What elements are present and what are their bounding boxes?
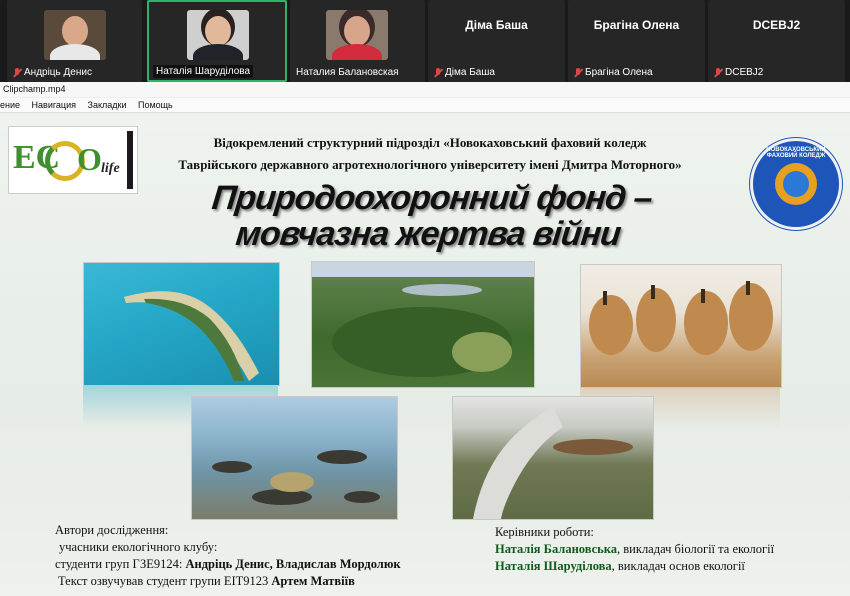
authors-line-students: студенти груп ГЗЕ9124: Андріць Денис, Вл… [55,557,401,571]
participant-tile-4[interactable]: Діма Баша Діма Баша [428,0,565,82]
menu-item-bookmarks[interactable]: Закладки [88,100,127,110]
supervisors-block: Керівники роботи: Наталія Балановська, в… [495,524,774,575]
participant-label-4: Діма Баша [434,67,495,78]
menu-item-view[interactable]: ение [0,100,20,110]
globe-icon [783,171,809,197]
microphone-muted-icon [434,67,442,78]
window-title: Clipchamp.mp4 [0,82,850,97]
participant-label-2: Наталія Шаруділова [153,65,254,78]
participant-name-6: DCEBJ2 [752,18,801,32]
microphone-muted-icon [574,67,582,78]
institution-heading: Відокремлений структурний підрозділ «Нов… [178,135,682,172]
microphone-muted-icon [13,67,21,78]
participant-tile-3[interactable]: Наталия Балановская [290,0,425,82]
participant-video-2 [187,10,249,60]
participant-name-4: Діма Баша [465,18,528,32]
participant-tile-2[interactable]: Наталія Шаруділова [147,0,287,82]
media-player-window: Clipchamp.mp4 ение Навигация Закладки По… [0,82,850,596]
participant-name-5: Брагіна Олена [593,18,680,32]
menu-bar: ение Навигация Закладки Помощь [0,98,850,113]
authors-block: Автори дослідження: учасники екологічног… [55,522,401,590]
participant-label-1: Андріць Денис [13,67,92,78]
participant-label-6: DCEBJ2 [714,67,763,78]
participant-label-5: Брагіна Олена [574,67,653,78]
authors-line-narrator: Текст озвучував студент групи ЕІТ9123 Ар… [58,574,355,588]
microphone-muted-icon [714,67,722,78]
college-emblem: НОВОКАХОВСЬКИЙ ФАХОВИЙ КОЛЕДЖ [750,138,842,230]
eco-life-logo: EC O life [8,126,138,194]
participant-label-3: Наталия Балановская [296,67,399,78]
slide-title: Природоохоронний фонд – мовчазна жертва … [210,179,654,253]
participant-tile-1[interactable]: Андріць Денис [7,0,142,82]
video-frame-slide: EC O life Відокремлений структурний підр… [0,114,850,596]
photo-dried-lake [191,396,398,520]
menu-item-navigation[interactable]: Навигация [32,100,76,110]
photo-spit-aerial [83,262,280,386]
supervisor-2: Наталія Шаруділова, викладач основ еколо… [495,559,745,573]
participant-tile-6[interactable]: DCEBJ2 DCEBJ2 [708,0,845,82]
photo-przewalski-horses [580,264,782,388]
participant-video-1 [44,10,106,60]
photo-forest [311,261,535,388]
photo-wildfire-smoke [452,396,654,520]
menu-item-help[interactable]: Помощь [138,100,173,110]
participant-video-3 [326,10,388,60]
supervisor-1: Наталія Балановська, викладач біології т… [495,542,775,556]
participant-strip: Андріць Денис Наталія Шаруділова Наталия… [0,0,850,82]
authors-line-club: учасники екологічного клубу: [59,540,218,554]
authors-heading: Автори дослідження: [55,523,169,537]
supervisors-heading: Керівники роботи: [495,525,594,539]
participant-tile-5[interactable]: Брагіна Олена Брагіна Олена [568,0,705,82]
